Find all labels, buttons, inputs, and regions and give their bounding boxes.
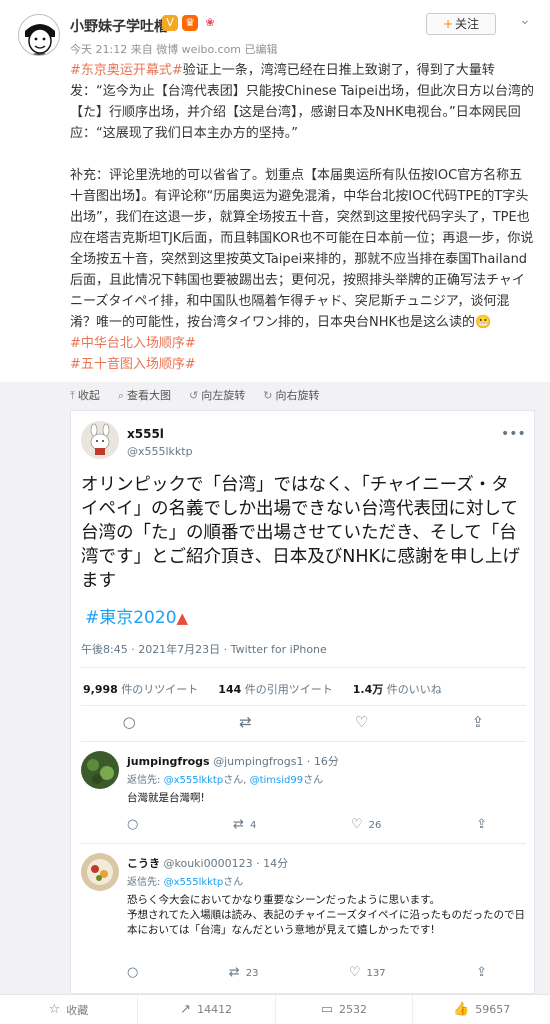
reply-actions: ○ ⇄ 4 ♡ 26 ⇪	[127, 817, 487, 832]
reply-item[interactable]: こうき @kouki0000123 · 14分 返信先: @x555lkktpさ…	[71, 847, 536, 993]
divider	[81, 741, 526, 742]
reply-author[interactable]: こうき @kouki0000123 · 14分	[127, 855, 288, 871]
share-icon[interactable]: ⇪	[458, 713, 498, 731]
collapse-button[interactable]: ⤒ 收起	[70, 387, 100, 403]
comment-icon: ▭	[320, 1002, 334, 1017]
comment-button[interactable]: ▭ 2532	[276, 995, 414, 1024]
view-large-button[interactable]: ⌕ 查看大图	[118, 387, 171, 403]
tweet-avatar	[81, 421, 119, 459]
tweet-screenshot[interactable]: x555l @x555lkktp ••• オリンピックで「台湾」ではなく、「チャ…	[70, 410, 535, 994]
share-icon[interactable]: ⇪	[476, 817, 487, 832]
reply-icon[interactable]: ○	[127, 817, 138, 832]
reply-text: 台灣就是台灣啊!	[127, 792, 205, 804]
divider	[81, 705, 526, 706]
reply-to: 返信先: @x555lkktpさん, @timsid99さん	[127, 775, 324, 786]
repost-icon: ↗	[180, 1002, 192, 1017]
like-count[interactable]: 1.4万 件のいいね	[353, 681, 442, 697]
tower-icon: ▲	[176, 609, 189, 627]
reply-avatar	[81, 853, 119, 891]
post-content: #东京奥运开幕式#验证上一条，湾湾已经在日推上致谢了，得到了大量转发：“迄今为止…	[70, 60, 535, 375]
rotate-left-button[interactable]: ↺ 向左旋转	[189, 387, 245, 403]
post-tag-2: #中华台北入场顺序#	[70, 336, 196, 351]
repost-button[interactable]: ↗ 14412	[138, 995, 276, 1024]
retweet-icon[interactable]: ⇄ 4	[233, 817, 256, 832]
post-paragraph-2: 补充：评论里洗地的可以省省了。划重点【本届奥运所有队伍按IOC官方名称五十音图出…	[70, 168, 534, 330]
divider	[81, 667, 526, 668]
favorite-button[interactable]: ☆ 收藏	[0, 995, 138, 1024]
weibo-post: 小野妹子学吐槽 V ♛ ❀ 今天 21:12 来自 微博 weibo.com 已…	[0, 0, 550, 382]
tweet-date: 午後8:45 · 2021年7月23日 · Twitter for iPhone	[81, 643, 327, 656]
tweet-author-name[interactable]: x555l	[127, 427, 164, 441]
reply-to: 返信先: @x555lkktpさん	[127, 877, 244, 888]
post-tag-3: #五十音图入场顺序#	[70, 357, 196, 372]
emoji-icon: 😬	[475, 315, 492, 330]
star-icon: ☆	[48, 1002, 61, 1017]
like-button[interactable]: 👍 59657	[413, 995, 550, 1024]
tweet-hashtag[interactable]: #東京2020▲	[85, 603, 188, 628]
retweet-icon[interactable]: ⇄ 23	[229, 965, 259, 980]
fan-icon: ❀	[202, 15, 218, 31]
retweet-icon[interactable]: ⇄	[225, 713, 265, 731]
rotate-left-icon: ↺	[189, 389, 199, 402]
share-icon[interactable]: ⇪	[476, 965, 487, 980]
post-meta: 今天 21:12 来自 微博 weibo.com 已编辑	[70, 43, 278, 56]
plus-icon: +	[442, 17, 454, 31]
topic-link[interactable]: #东京奥运开幕式#	[70, 63, 183, 78]
reply-author[interactable]: jumpingfrogs @jumpingfrogs1 · 16分	[127, 753, 339, 769]
reply-item[interactable]: jumpingfrogs @jumpingfrogs1 · 16分 返信先: @…	[71, 745, 536, 839]
rotate-right-icon: ↻	[263, 389, 273, 402]
like-icon[interactable]: ♡ 26	[351, 817, 381, 832]
post-paragraph-1: #东京奥运开幕式#验证上一条，湾湾已经在日推上致谢了，得到了大量转发：“迄今为止…	[70, 63, 535, 141]
post-action-bar: ☆ 收藏 ↗ 14412 ▭ 2532 👍 59657	[0, 994, 550, 1024]
collapse-icon: ⤒	[70, 389, 75, 402]
tweet-text: オリンピックで「台湾」ではなく、「チャイニーズ・タイペイ」の名義でしか出場できな…	[81, 475, 520, 591]
reply-avatar	[81, 751, 119, 789]
username[interactable]: 小野妹子学吐槽	[70, 16, 168, 36]
user-badges: V ♛ ❀	[162, 15, 218, 31]
divider	[81, 843, 526, 844]
tweet-actions: ○ ⇄ ♡ ⇪	[71, 713, 536, 731]
thumbs-up-icon: 👍	[453, 1002, 470, 1017]
reply-icon[interactable]: ○	[127, 965, 138, 980]
chevron-down-icon[interactable]: ⌄	[519, 12, 531, 28]
avatar[interactable]	[18, 14, 60, 56]
rotate-right-button[interactable]: ↻ 向右旋转	[263, 387, 319, 403]
retweet-count[interactable]: 9,998 件のリツイート	[83, 681, 198, 697]
image-toolbar: ⤒ 收起 ⌕ 查看大图 ↺ 向左旋转 ↻ 向右旋转	[70, 384, 319, 406]
quote-count[interactable]: 144 件の引用ツイート	[218, 681, 332, 697]
member-icon: ♛	[182, 15, 198, 31]
more-icon[interactable]: •••	[501, 426, 526, 442]
follow-button[interactable]: + 关注	[426, 13, 496, 35]
reply-icon[interactable]: ○	[109, 713, 149, 731]
reply-text: 恐らく今大会においてかなり重要なシーンだったように思います。 予想されてた入場順…	[127, 894, 526, 936]
tweet-stats: 9,998 件のリツイート 144 件の引用ツイート 1.4万 件のいいね	[83, 681, 442, 697]
like-icon[interactable]: ♡ 137	[349, 965, 386, 980]
reply-actions: ○ ⇄ 23 ♡ 137 ⇪	[127, 965, 487, 980]
verified-icon: V	[162, 15, 178, 31]
tweet-author-handle[interactable]: @x555lkktp	[127, 445, 193, 458]
zoom-icon: ⌕	[117, 389, 125, 402]
like-icon[interactable]: ♡	[342, 713, 382, 731]
